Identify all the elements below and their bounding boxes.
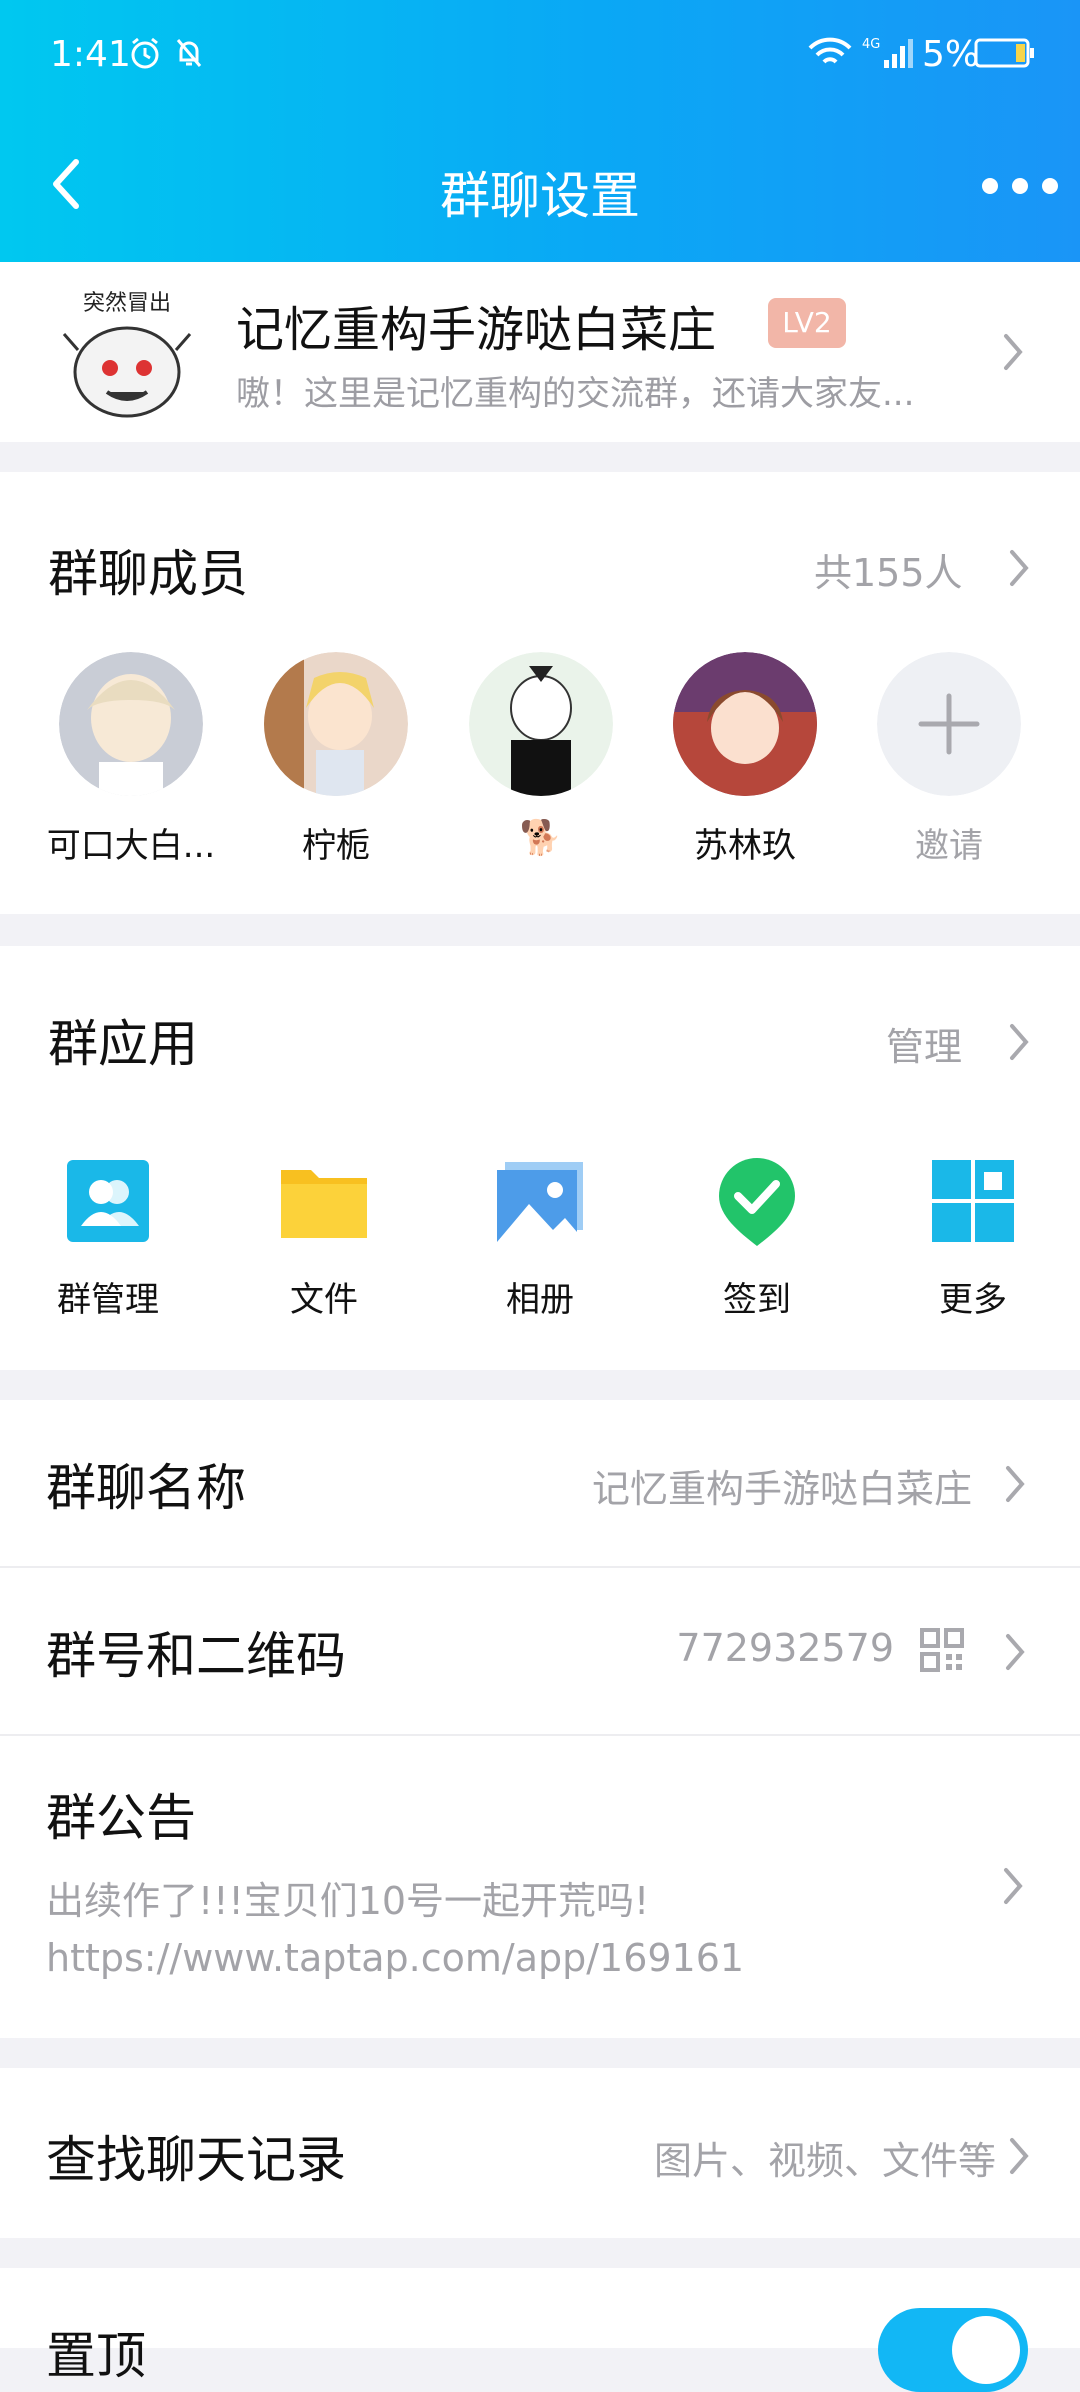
row-title: 群聊名称 bbox=[46, 1459, 246, 1517]
battery-percent: 5% bbox=[922, 34, 980, 75]
member-item[interactable]: 🐕 bbox=[456, 652, 626, 858]
nav-bar: 群聊设置 bbox=[0, 130, 1080, 240]
avatar bbox=[469, 652, 613, 796]
member-item[interactable]: 苏林玖 bbox=[660, 652, 830, 867]
folder-icon bbox=[281, 1170, 367, 1238]
level-badge: LV2 bbox=[768, 298, 846, 348]
group-apps-section: 群应用 管理 群管理 文件 相册 签到 更多 bbox=[0, 946, 1080, 1370]
group-name: 记忆重构手游哒白菜庄 bbox=[236, 302, 717, 358]
more-options-icon[interactable] bbox=[980, 174, 1060, 198]
app-label: 文件 bbox=[290, 1280, 358, 1320]
toggle-knob bbox=[952, 2316, 1020, 2384]
row-value: 记忆重构手游哒白菜庄 bbox=[591, 1467, 972, 1511]
status-bar: 1:41 4G 5% bbox=[0, 0, 1080, 110]
member-item[interactable]: 可口大白... bbox=[46, 652, 216, 867]
group-description: 嗷！这里是记忆重构的交流群，还请大家友... bbox=[236, 374, 915, 414]
row-title: 查找聊天记录 bbox=[46, 2131, 346, 2189]
group-id-row[interactable]: 群号和二维码 772932579 bbox=[0, 1568, 1080, 1734]
app-more[interactable]: 更多 bbox=[888, 1156, 1058, 1321]
qr-code-icon bbox=[920, 1628, 964, 1672]
row-title: 群号和二维码 bbox=[46, 1627, 346, 1685]
member-count[interactable]: 共155人 bbox=[814, 542, 963, 597]
chevron-right-icon bbox=[1006, 1466, 1025, 1502]
group-name-row[interactable]: 群聊名称 记忆重构手游哒白菜庄 bbox=[0, 1400, 1080, 1566]
apps-manage-link[interactable]: 管理 bbox=[886, 1016, 962, 1071]
invite-label: 邀请 bbox=[915, 826, 983, 866]
pin-row: 置顶 bbox=[0, 2268, 1080, 2392]
member-name: 可口大白... bbox=[46, 826, 216, 866]
avatar bbox=[673, 652, 817, 796]
app-files[interactable]: 文件 bbox=[239, 1156, 409, 1321]
group-info-card[interactable]: 突然冒出 记忆重构手游哒白菜庄 LV2 嗷！这里是记忆重构的交流群，还请大家友.… bbox=[0, 262, 1080, 442]
row-title: 群公告 bbox=[46, 1789, 196, 1847]
row-value: 图片、视频、文件等 bbox=[653, 2139, 996, 2183]
alarm-icon bbox=[131, 37, 159, 69]
group-id-value: 772932579 bbox=[676, 1626, 894, 1670]
chevron-right-icon[interactable] bbox=[1008, 1022, 1030, 1062]
header-bar: 1:41 4G 5% 群聊设置 bbox=[0, 0, 1080, 262]
battery-icon bbox=[974, 38, 1034, 68]
app-check-in[interactable]: 签到 bbox=[672, 1156, 842, 1321]
chevron-right-icon bbox=[1010, 2138, 1029, 2174]
app-album[interactable]: 相册 bbox=[455, 1156, 625, 1321]
announcement-line: 出续作了!!!宝贝们10号一起开荒吗! bbox=[46, 1879, 650, 1923]
chevron-right-icon bbox=[1004, 334, 1023, 370]
settings-list: 群聊名称 记忆重构手游哒白菜庄 群号和二维码 772932579 群公告 出续作… bbox=[0, 1400, 1080, 2038]
group-avatar: 突然冒出 bbox=[52, 280, 202, 426]
invite-member-button[interactable]: 邀请 bbox=[864, 652, 1034, 867]
chevron-right-icon[interactable] bbox=[1008, 548, 1030, 588]
status-time: 1:41 bbox=[50, 34, 131, 75]
pin-toggle[interactable] bbox=[878, 2308, 1028, 2392]
avatar bbox=[264, 652, 408, 796]
mute-bell-icon bbox=[176, 39, 202, 67]
group-manage-icon bbox=[67, 1160, 149, 1242]
apps-title: 群应用 bbox=[48, 1015, 198, 1073]
member-name: 🐕 bbox=[519, 818, 563, 858]
signal-4g-icon: 4G bbox=[862, 37, 913, 68]
member-item[interactable]: 柠栀 bbox=[251, 652, 421, 867]
group-avatar-caption: 突然冒出 bbox=[83, 291, 171, 316]
row-title: 置顶 bbox=[46, 2327, 146, 2385]
member-name: 柠栀 bbox=[302, 826, 370, 866]
page-title: 群聊设置 bbox=[440, 167, 640, 225]
plus-icon bbox=[877, 652, 1021, 796]
announcement-link[interactable]: https://www.taptap.com/app/169161 bbox=[46, 1936, 744, 1980]
members-title: 群聊成员 bbox=[48, 545, 248, 603]
avatar bbox=[59, 652, 203, 796]
members-section: 群聊成员 共155人 可口大白... 柠栀 🐕 苏林玖 邀请 bbox=[0, 472, 1080, 914]
chevron-right-icon bbox=[1006, 1634, 1025, 1670]
app-label: 群管理 bbox=[57, 1280, 159, 1320]
search-history-row[interactable]: 查找聊天记录 图片、视频、文件等 bbox=[0, 2068, 1080, 2238]
chevron-right-icon bbox=[1004, 1868, 1023, 1904]
app-label: 相册 bbox=[506, 1280, 574, 1320]
check-in-icon bbox=[719, 1158, 795, 1246]
svg-text:4G: 4G bbox=[862, 37, 880, 52]
member-name: 苏林玖 bbox=[694, 826, 796, 866]
album-icon bbox=[497, 1162, 583, 1242]
app-group-manage[interactable]: 群管理 bbox=[23, 1156, 193, 1321]
more-grid-icon bbox=[932, 1160, 1014, 1242]
app-label: 更多 bbox=[939, 1280, 1007, 1320]
announcement-row[interactable]: 群公告 出续作了!!!宝贝们10号一起开荒吗! https://www.tapt… bbox=[0, 1736, 1080, 2038]
app-label: 签到 bbox=[723, 1280, 791, 1320]
wifi-icon bbox=[808, 37, 852, 64]
